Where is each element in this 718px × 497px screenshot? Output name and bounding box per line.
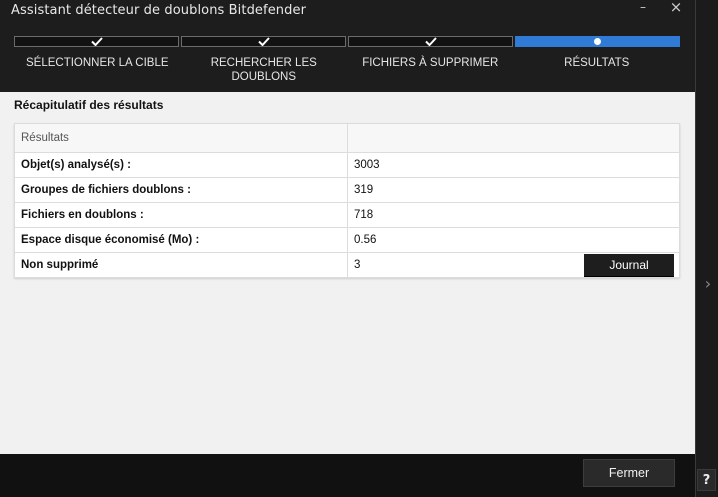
table-row: Espace disque économisé (Mo) : 0.56	[14, 227, 680, 253]
row-label: Fichiers en doublons :	[14, 202, 348, 228]
table-row: Groupes de fichiers doublons : 319	[14, 177, 680, 203]
app-window: Assistant détecteur de doublons Bitdefen…	[0, 0, 696, 497]
window-title: Assistant détecteur de doublons Bitdefen…	[11, 3, 307, 18]
table-row: Fichiers en doublons : 718	[14, 202, 680, 228]
step-indicator-select-target	[14, 36, 179, 47]
minimize-button[interactable]: –	[633, 0, 653, 16]
current-step-dot-icon	[594, 38, 601, 45]
table-header-row: Résultats	[14, 123, 680, 153]
row-value: 3003	[347, 152, 680, 178]
table-row: Objet(s) analysé(s) : 3003	[14, 152, 680, 178]
row-value: 0.56	[347, 227, 680, 253]
step-label-search-duplicates: RECHERCHER LES DOUBLONS	[210, 57, 317, 83]
row-label: Objet(s) analysé(s) :	[14, 152, 348, 178]
row-value-cell: 3 Journal	[347, 252, 680, 278]
help-button[interactable]: ?	[697, 469, 716, 491]
chevron-right-icon[interactable]: ›	[700, 272, 716, 296]
step-indicator-search-duplicates	[181, 36, 346, 47]
step-label-files-to-delete: FICHIERS À SUPPRIMER	[362, 57, 499, 69]
step-label-results: RÉSULTATS	[564, 57, 630, 69]
results-panel: Récapitulatif des résultats Résultats Ob…	[0, 92, 695, 454]
check-icon	[257, 37, 270, 46]
close-window-button[interactable]: ×	[666, 0, 686, 16]
journal-button[interactable]: Journal	[584, 254, 674, 276]
table-header: Résultats	[14, 123, 348, 153]
check-icon	[90, 37, 103, 46]
close-button[interactable]: Fermer	[583, 459, 675, 487]
section-title: Récapitulatif des résultats	[14, 98, 164, 112]
title-bar: Assistant détecteur de doublons Bitdefen…	[0, 0, 695, 24]
results-table: Résultats Objet(s) analysé(s) : 3003 Gro…	[14, 123, 680, 278]
wizard-progress	[14, 36, 680, 48]
table-row: Non supprimé 3 Journal	[14, 252, 680, 278]
row-label: Groupes de fichiers doublons :	[14, 177, 348, 203]
wizard-step-labels: SÉLECTIONNER LA CIBLE RECHERCHER LES DOU…	[14, 56, 680, 84]
row-value: 718	[347, 202, 680, 228]
row-value: 319	[347, 177, 680, 203]
check-icon	[424, 37, 437, 46]
step-indicator-files-to-delete	[348, 36, 513, 47]
footer-bar: Fermer	[0, 454, 695, 497]
row-value: 3	[354, 259, 361, 271]
step-indicator-results	[515, 36, 680, 47]
step-label-select-target: SÉLECTIONNER LA CIBLE	[25, 57, 169, 69]
table-header-empty	[347, 123, 680, 153]
row-label: Espace disque économisé (Mo) :	[14, 227, 348, 253]
row-label: Non supprimé	[14, 252, 348, 278]
